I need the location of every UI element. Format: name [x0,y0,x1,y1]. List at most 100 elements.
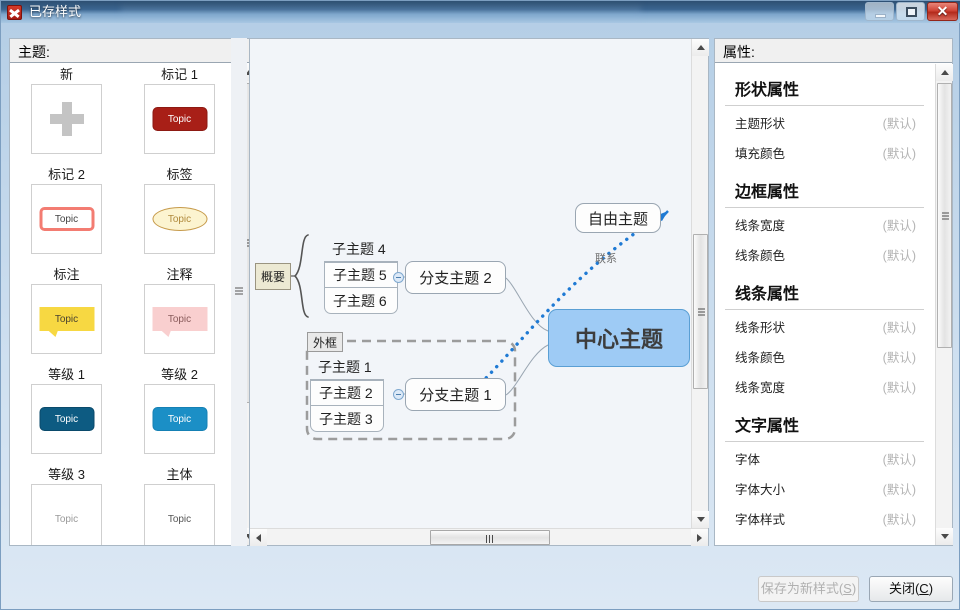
canvas-horizontal-scrollbar[interactable] [250,528,708,545]
theme-item-9[interactable]: 主体Topic [123,464,236,545]
mindmap-canvas-panel: 中心主题 自由主题 分支主题 2 分支主题 1 子主题 4 子主题 5 子主题 … [249,38,709,546]
scrollbar-grip-icon [486,535,494,543]
property-value[interactable]: (默认) [883,449,916,468]
theme-item-6[interactable]: 等级 1 Topic [10,364,123,464]
scrollbar-thumb[interactable] [693,234,708,389]
property-row[interactable]: 线条颜色(默认) [715,340,934,370]
theme-item-preview[interactable]: Topic [31,384,102,454]
theme-chip-text: Topic [168,414,191,425]
property-row[interactable]: 线条宽度(默认) [715,370,934,400]
theme-item-label: 标记 2 [10,164,123,183]
theme-item-2[interactable]: 标记 2Topic [10,164,123,264]
theme-chip-text: Topic [55,514,78,525]
property-row[interactable]: 线条宽度(默认) [715,208,934,238]
property-row[interactable]: 字体大小(默认) [715,472,934,502]
theme-item-preview[interactable]: Topic [144,184,215,254]
node-subtopic-6[interactable]: 子主题 6 [324,288,398,314]
properties-vertical-scrollbar[interactable] [935,64,952,545]
theme-item-3[interactable]: 标签Topic [123,164,236,264]
theme-item-preview[interactable]: Topic [144,384,215,454]
scroll-up-arrow-icon[interactable] [692,39,709,56]
property-value[interactable]: (默认) [883,317,916,336]
theme-chip-text: Topic [168,114,191,125]
theme-chip-text: Topic [168,314,191,325]
node-subtopic-5[interactable]: 子主题 5 [324,262,398,288]
theme-item-5[interactable]: 注释Topic [123,264,236,364]
property-group-title: 文字属性 [725,400,924,442]
close-window-button[interactable]: ✕ [927,2,958,21]
theme-chip-rect: Topic [39,507,94,531]
scroll-down-arrow-icon[interactable] [692,511,709,528]
property-value[interactable]: (默认) [883,509,916,528]
property-value[interactable]: (默认) [883,245,916,264]
theme-chip-rect: Topic [39,407,94,431]
theme-item-preview[interactable]: Topic [31,184,102,254]
collapse-toggle-branch-2[interactable] [393,272,404,283]
close-dialog-button[interactable]: 关闭(C) [869,576,953,602]
property-row[interactable]: 主题形状(默认) [715,106,934,136]
theme-item-8[interactable]: 等级 3 Topic [10,464,123,545]
theme-item-preview[interactable]: Topic [31,284,102,354]
node-branch-topic-1[interactable]: 分支主题 1 [405,378,506,411]
node-subtopic-4[interactable]: 子主题 4 [324,237,398,262]
property-value[interactable]: (默认) [883,143,916,162]
property-row[interactable]: 填充颜色(默认) [715,136,934,166]
theme-item-7[interactable]: 等级 2Topic [123,364,236,464]
theme-chip-rect: Topic [152,407,207,431]
relationship-label[interactable]: 联系 [595,250,617,266]
node-free-topic[interactable]: 自由主题 [575,203,661,233]
scrollbar-thumb[interactable] [430,530,550,545]
scrollbar-grip-icon [698,308,705,315]
property-row[interactable]: 线条形状(默认) [715,310,934,340]
theme-item-preview[interactable]: Topic [144,484,215,545]
node-subtopic-2[interactable]: 子主题 2 [310,380,384,406]
theme-chip-rect: Topic [152,107,207,131]
theme-item-label: 等级 3 [10,464,123,483]
theme-item-preview[interactable]: Topic [31,484,102,545]
saved-styles-dialog: 已存样式 ✕ 主题: 新标记 1Topic标记 2Topic标签Topic标注T… [0,0,960,610]
node-subtopic-3[interactable]: 子主题 3 [310,406,384,432]
maximize-button[interactable] [896,2,925,21]
properties-scroll-area: 形状属性主题形状(默认)填充颜色(默认)边框属性线条宽度(默认)线条颜色(默认)… [715,64,952,545]
theme-item-label: 等级 1 [10,364,123,383]
theme-chip-text: Topic [55,314,78,325]
property-value[interactable]: (默认) [883,113,916,132]
scroll-up-arrow-icon[interactable] [936,64,953,81]
property-value[interactable]: (默认) [883,479,916,498]
theme-item-preview[interactable]: Topic [144,284,215,354]
property-row[interactable]: 字体样式(默认) [715,502,934,532]
property-value[interactable]: (默认) [883,377,916,396]
theme-item-preview[interactable] [31,84,102,154]
xmind-logo-icon [7,5,22,20]
save-as-new-style-button[interactable]: 保存为新样式(S) [758,576,859,602]
theme-item-preview[interactable]: Topic [144,84,215,154]
node-summary-label[interactable]: 概要 [255,263,291,290]
property-value[interactable]: (默认) [883,215,916,234]
property-value[interactable]: (默认) [883,347,916,366]
theme-item-4[interactable]: 标注Topic [10,264,123,364]
scroll-left-arrow-icon[interactable] [250,529,267,546]
maximize-icon [906,7,917,17]
node-boundary-label[interactable]: 外框 [307,332,343,352]
property-group-title: 边框属性 [725,166,924,208]
themes-panel: 主题: 新标记 1Topic标记 2Topic标签Topic标注Topic注释T… [9,38,257,546]
minimize-button[interactable] [865,2,894,21]
collapse-toggle-branch-1[interactable] [393,389,404,400]
properties-list: 形状属性主题形状(默认)填充颜色(默认)边框属性线条宽度(默认)线条颜色(默认)… [715,64,934,532]
node-central-topic[interactable]: 中心主题 [548,309,690,367]
scroll-down-arrow-icon[interactable] [936,528,953,545]
property-row[interactable]: 字体(默认) [715,442,934,472]
splitter-grip-icon [235,288,243,297]
theme-item-0[interactable]: 新 [10,64,123,164]
panel-splitter[interactable] [231,38,247,546]
scrollbar-thumb[interactable] [937,83,952,348]
scroll-right-arrow-icon[interactable] [691,529,708,546]
mindmap-canvas[interactable]: 中心主题 自由主题 分支主题 2 分支主题 1 子主题 4 子主题 5 子主题 … [250,39,691,528]
canvas-vertical-scrollbar[interactable] [691,39,708,528]
theme-item-1[interactable]: 标记 1Topic [123,64,236,164]
theme-item-label: 主体 [123,464,236,483]
property-row[interactable]: 线条颜色(默认) [715,238,934,268]
node-branch-topic-2[interactable]: 分支主题 2 [405,261,506,294]
save-as-new-style-label: 保存为新样式(S) [761,581,856,596]
node-subtopic-1[interactable]: 子主题 1 [310,355,384,380]
